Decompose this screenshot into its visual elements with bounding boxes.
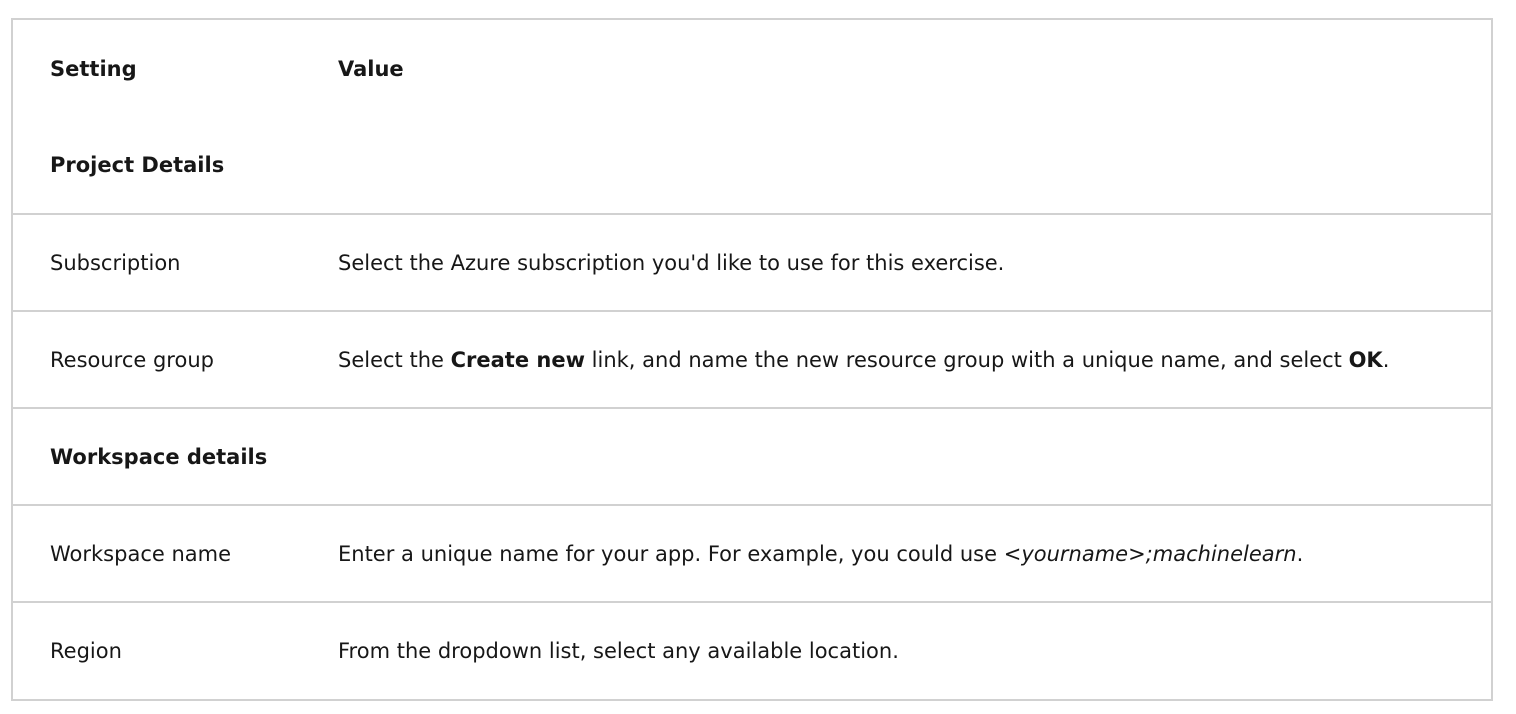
value-text: Enter a unique name for your app. For ex… [338,541,1004,566]
value-cell-resource-group: Select the Create new link, and name the… [301,310,1491,408]
value-cell-region: From the dropdown list, select any avail… [301,601,1491,699]
column-header-setting: Setting [50,56,137,81]
section-row-project-details: Project Details [13,117,1491,214]
setting-cell-subscription: Subscription [13,213,301,311]
section-row-workspace-details: Workspace details [13,407,1491,505]
example-name-text: <yourname>;machinelearn [1003,541,1297,566]
value-text: Select the [338,347,451,372]
table-header-row: Setting Value [13,20,1491,117]
create-new-label: Create new [450,347,585,372]
column-header-value: Value [338,56,404,81]
setting-cell-resource-group: Resource group [13,310,301,408]
table-row-region: Region From the dropdown list, select an… [13,601,1491,699]
setting-cell-region: Region [13,601,301,699]
section-label-project-details: Project Details [50,153,225,177]
table-row-workspace-name: Workspace name Enter a unique name for y… [13,504,1491,602]
table-row-resource-group: Resource group Select the Create new lin… [13,310,1491,408]
value-cell-workspace-name: Enter a unique name for your app. For ex… [301,504,1491,602]
ok-label: OK [1348,347,1383,372]
settings-table: Setting Value Project Details Subscripti… [13,20,1491,699]
setting-cell-workspace-name: Workspace name [13,504,301,602]
value-text: . [1296,541,1304,566]
table-row-subscription: Subscription Select the Azure subscripti… [13,213,1491,311]
value-text: . [1382,347,1390,372]
value-text: link, and name the new resource group wi… [584,347,1349,372]
settings-table-container: Setting Value Project Details Subscripti… [11,18,1493,701]
section-empty-cell [301,407,1491,505]
section-empty-cell [301,117,1491,214]
value-cell-subscription: Select the Azure subscription you'd like… [301,213,1491,311]
section-label-workspace-details: Workspace details [13,407,301,505]
